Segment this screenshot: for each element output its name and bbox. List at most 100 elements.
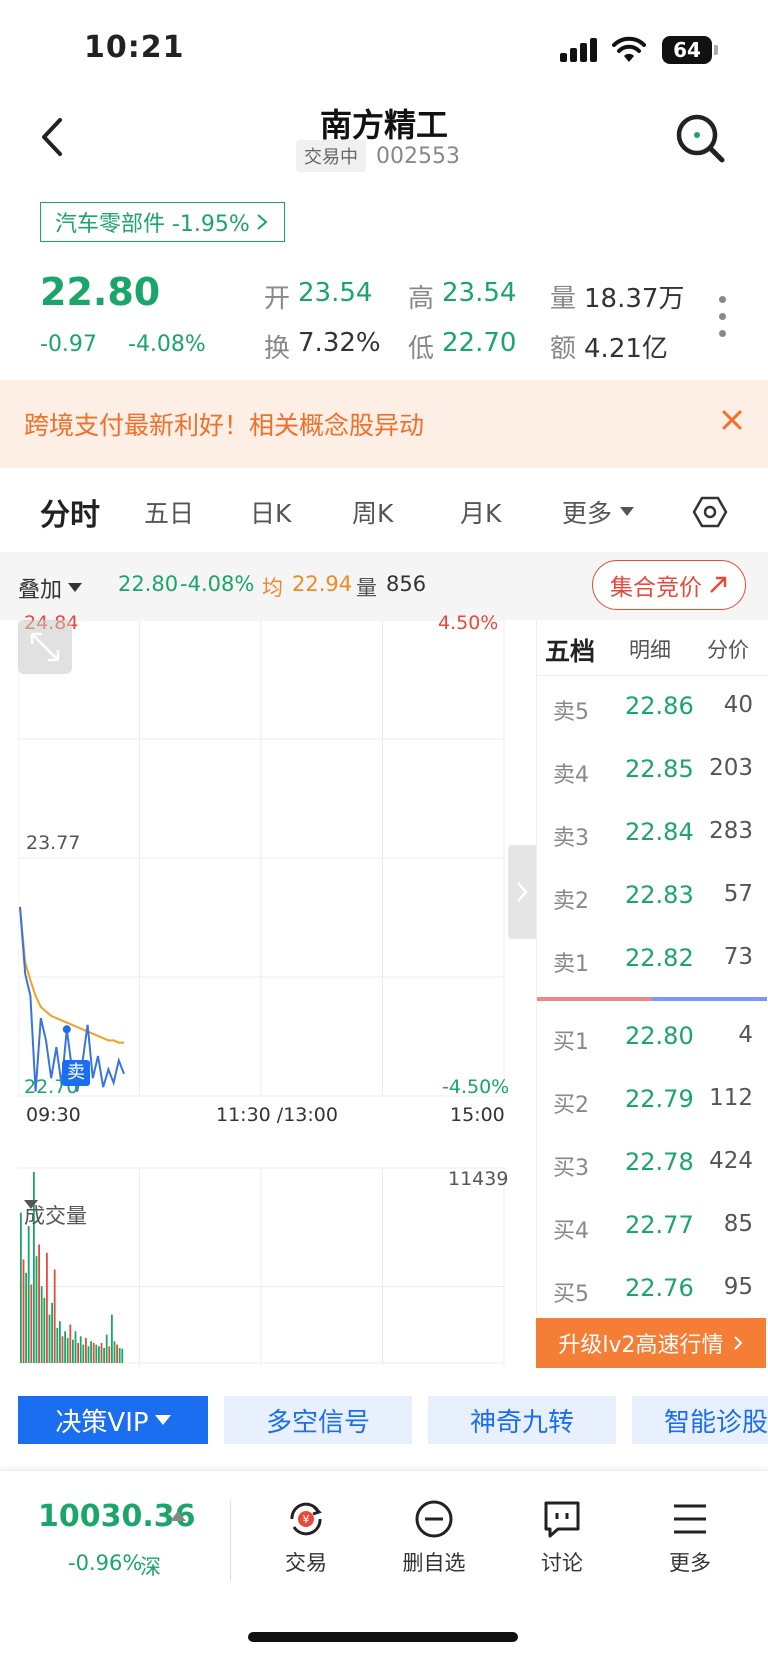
caret-down-icon [620,507,635,516]
tab-monthly-k[interactable]: 月K [460,494,501,530]
nav-more[interactable]: 更多 [640,1497,740,1577]
tab-price-distribution[interactable]: 分价 [707,634,749,664]
auction-button[interactable]: 集合竞价 [592,560,746,610]
news-banner[interactable]: 跨境支付最新利好！相关概念股异动 [0,380,768,468]
level-price: 22.76 [625,1274,694,1302]
x-axis-mid: 11:30 /13:00 [216,1104,338,1126]
level-volume: 85 [723,1211,753,1237]
volume-bar [66,1337,69,1363]
volume-bar [22,1259,25,1363]
volume-bar [46,1252,48,1363]
nav-discussion[interactable]: 讨论 [512,1497,612,1577]
bid-row[interactable]: 买5 22.76 95 [537,1258,767,1321]
nav-remove-watchlist[interactable]: 删自选 [384,1497,484,1577]
tab-details[interactable]: 明细 [629,634,671,664]
minus-circle-icon [415,1500,453,1538]
tab-five-levels[interactable]: 五档 [545,632,595,668]
level-label: 买1 [553,1030,589,1055]
settings-icon[interactable] [690,492,730,532]
volume-bar [35,1256,38,1363]
current-price: 22.80 [40,270,161,314]
tab-weekly-k[interactable]: 周K [352,494,393,530]
sell-signal-badge[interactable]: 卖 [62,1060,90,1086]
volume-bar [59,1321,61,1363]
stock-code: 002553 [376,143,460,169]
chevron-right-icon [517,882,528,902]
level-volume: 4 [738,1022,753,1048]
arrow-icon [710,576,727,593]
quote-amount: 额 4.21亿 [550,334,668,364]
volume-bar [43,1297,46,1363]
volume-bar [51,1302,53,1363]
volume-bar [98,1346,100,1363]
volume-bar [121,1348,124,1363]
ask-row[interactable]: 卖1 22.82 73 [537,928,767,991]
stock-subtitle: 交易中 002553 [296,140,460,172]
volume-bar [116,1344,118,1363]
search-icon[interactable] [672,110,728,166]
volume-bar [40,1286,43,1363]
sector-tag[interactable]: 汽车零部件 -1.95% [40,202,285,242]
pct-axis-top: 4.50% [438,612,499,634]
volume-bar [79,1336,82,1363]
y-axis-mid: 23.77 [26,832,81,854]
wifi-icon [612,36,646,62]
x-axis-start: 09:30 [26,1104,81,1126]
ask-row[interactable]: 卖5 22.86 40 [537,676,767,739]
upgrade-lv2-button[interactable]: 升级lv2高速行情 [536,1318,766,1368]
volume-indicator-selector[interactable]: 成交量 [24,1200,87,1230]
tab-intraday[interactable]: 分时 [40,490,100,534]
svg-text:¥: ¥ [303,1513,310,1526]
status-time: 10:21 [84,30,185,65]
level-price: 22.86 [625,692,694,720]
more-vertical-icon[interactable] [712,296,732,344]
bid-row[interactable]: 买2 22.79 112 [537,1069,767,1132]
long-short-signal-button[interactable]: 多空信号 [224,1396,412,1444]
level-price: 22.83 [625,881,694,909]
level-price: 22.80 [625,1022,694,1050]
order-book: 五档 明细 分价 卖5 22.86 40 卖4 22.85 203 卖3 22.84 283 卖2… [536,620,767,1365]
level-label: 买5 [553,1282,589,1307]
tab-more[interactable]: 更多 [562,494,635,530]
intraday-chart-svg [18,620,505,1365]
ask-row[interactable]: 卖2 22.83 57 [537,865,767,928]
volume-bar [48,1314,51,1363]
ask-row[interactable]: 卖3 22.84 283 [537,802,767,865]
nav-trade[interactable]: ¥ 交易 [256,1497,356,1577]
volume-bar [103,1347,105,1363]
volume-bar [95,1344,98,1363]
smart-diagnosis-button[interactable]: 智能诊股 [632,1396,768,1444]
level-price: 22.82 [625,944,694,972]
quote-turnover: 换 7.32% [264,328,381,364]
magic-nine-button[interactable]: 神奇九转 [428,1396,616,1444]
volume-bar [77,1342,79,1363]
close-icon[interactable] [716,404,748,436]
volume-bar [90,1341,92,1363]
ask-row[interactable]: 卖4 22.85 203 [537,739,767,802]
level-label: 卖2 [553,889,589,914]
overlay-selector[interactable]: 叠加 [18,572,83,604]
info-avg: 22.94 [292,572,353,596]
expand-icon[interactable] [18,620,72,674]
level-label: 卖1 [553,952,589,977]
panel-toggle-handle[interactable] [508,845,536,939]
tab-daily-k[interactable]: 日K [250,494,291,530]
level-label: 买2 [553,1093,589,1118]
volume-bar [87,1346,90,1363]
level-volume: 203 [709,755,753,781]
volume-bar [82,1344,85,1363]
bid-row[interactable]: 买4 22.77 85 [537,1195,767,1258]
sector-tag-label: 汽车零部件 -1.95% [55,212,250,237]
level-price: 22.85 [625,755,694,783]
bid-row[interactable]: 买1 22.80 4 [537,1006,767,1069]
bid-row[interactable]: 买3 22.78 424 [537,1132,767,1195]
chevron-right-icon [257,214,268,230]
tab-five-day[interactable]: 五日 [144,494,194,530]
level-label: 卖5 [553,700,589,725]
level-label: 卖3 [553,826,589,851]
decision-vip-button[interactable]: 决策VIP [18,1396,208,1444]
quote-volume: 量 18.37万 [550,284,685,314]
level-volume: 424 [709,1148,753,1174]
cellular-signal-icon [560,38,598,62]
caret-down-icon [24,1200,38,1209]
